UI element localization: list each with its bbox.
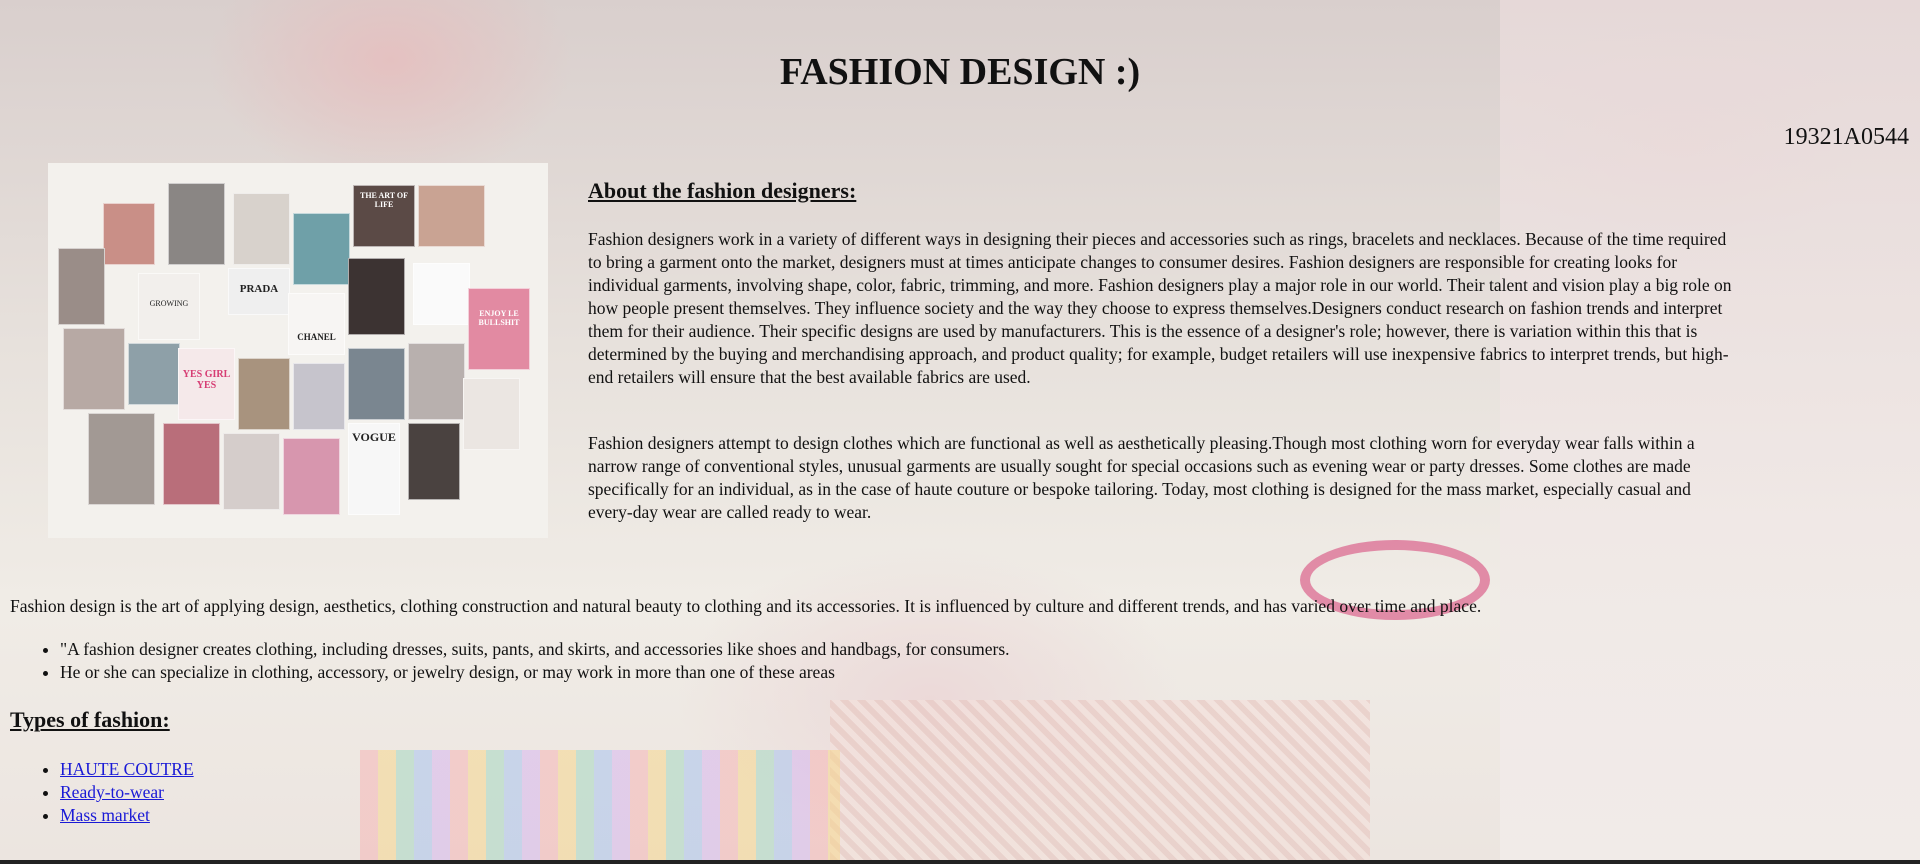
designer-facts-list: "A fashion designer creates clothing, in… (0, 638, 1010, 684)
types-heading: Types of fashion: (10, 707, 170, 732)
collage-tile (348, 258, 405, 335)
student-id: 19321A0544 (1783, 124, 1909, 150)
intro-paragraph: Fashion design is the art of applying de… (10, 596, 1482, 616)
collage-text: PRADA (239, 283, 279, 295)
list-item: Mass market (60, 804, 194, 827)
collage-tile (223, 433, 280, 510)
collage-text: CHANEL (297, 332, 336, 342)
collage-tile (233, 193, 290, 265)
collage-tile (408, 423, 460, 500)
collage-tile (103, 203, 155, 265)
collage-tile: PRADA (228, 268, 290, 315)
background-fabric (830, 700, 1370, 860)
collage-tile (418, 185, 485, 247)
collage-tile: ENJOY LE BULLSHIT (468, 288, 530, 370)
collage-text: THE ART OF LIFE (359, 191, 409, 209)
collage-tile (283, 438, 340, 515)
collage-text: ENJOY LE BULLSHIT (478, 309, 520, 327)
moodboard-collage-image: THE ART OF LIFE PRADA ENJOY LE BULLSHIT … (48, 163, 548, 538)
about-paragraph-2: Fashion designers attempt to design clot… (588, 433, 1695, 522)
collage-tile (293, 363, 345, 430)
collage-text: GROWING (149, 299, 189, 308)
background-color-swatches (360, 750, 840, 860)
about-paragraph-1: Fashion designers work in a variety of d… (588, 229, 1732, 387)
link-mass-market[interactable]: Mass market (60, 805, 150, 825)
link-ready-to-wear[interactable]: Ready-to-wear (60, 782, 164, 802)
collage-tile: THE ART OF LIFE (353, 185, 415, 247)
collage-tile: VOGUE (348, 423, 400, 515)
collage-text: YES GIRL YES (182, 369, 231, 391)
types-link-list: HAUTE COUTRE Ready-to-wear Mass market (0, 758, 194, 827)
list-item: He or she can specialize in clothing, ac… (60, 661, 1010, 684)
collage-text: VOGUE (352, 430, 396, 444)
collage-tile (238, 358, 290, 430)
bottom-border (0, 860, 1920, 864)
collage-tile (88, 413, 155, 505)
collage-tile (128, 343, 180, 405)
collage-tile (413, 263, 470, 325)
list-item: "A fashion designer creates clothing, in… (60, 638, 1010, 661)
collage-tile (348, 348, 405, 420)
collage-tile: GROWING (138, 273, 200, 340)
collage-tile (168, 183, 225, 265)
collage-tile (463, 378, 520, 450)
list-item: HAUTE COUTRE (60, 758, 194, 781)
collage-tile: YES GIRL YES (178, 348, 235, 420)
collage-tile: CHANEL (288, 293, 345, 355)
collage-tile (163, 423, 220, 505)
about-heading: About the fashion designers: (588, 178, 857, 203)
collage-tile (63, 328, 125, 410)
collage-tile (408, 343, 465, 420)
collage-tile (58, 248, 105, 325)
link-haute-couture[interactable]: HAUTE COUTRE (60, 759, 194, 779)
collage-tile (293, 213, 350, 285)
page-title: FASHION DESIGN :) (779, 51, 1141, 93)
list-item: Ready-to-wear (60, 781, 194, 804)
